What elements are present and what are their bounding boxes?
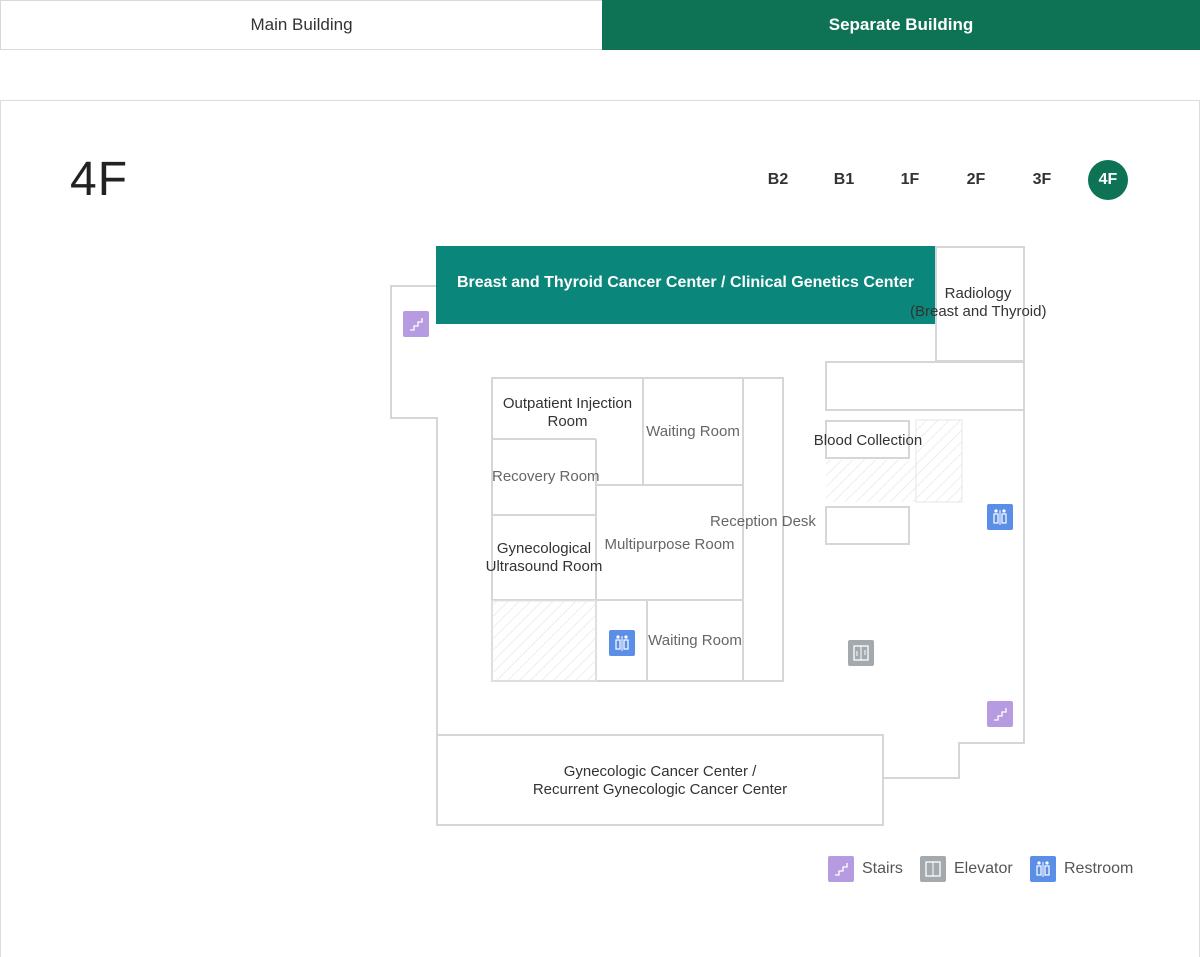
stairs-icon	[828, 856, 854, 882]
radiology-label-line2: (Breast and Thyroid)	[910, 303, 1047, 320]
room-outpatient-injection[interactable]: Outpatient Injection Room	[492, 395, 643, 431]
gyn-ultrasound-line1: Gynecological	[496, 540, 592, 557]
gyn-cancer-line1: Gynecologic Cancer Center /	[563, 763, 757, 780]
radiology-label-line1: Radiology	[944, 285, 1012, 302]
reception-desk[interactable]: Reception Desk	[703, 513, 823, 531]
restroom-icon	[1030, 856, 1056, 882]
gyn-ultrasound-line2: Ultrasound Room	[485, 558, 603, 575]
room-radiology[interactable]: Radiology	[918, 285, 1038, 303]
room-waiting-bottom[interactable]: Waiting Room	[645, 632, 745, 650]
room-breast-thyroid-center[interactable]: Breast and Thyroid Cancer Center / Clini…	[436, 274, 935, 292]
room-radiology-subtitle: (Breast and Thyroid)	[910, 303, 1070, 321]
elevator-icon	[920, 856, 946, 882]
restroom-icon[interactable]	[609, 630, 635, 656]
legend-restroom-label: Restroom	[1064, 860, 1134, 877]
room-gyn-cancer-center[interactable]: Gynecologic Cancer Center / Recurrent Gy…	[437, 763, 883, 799]
room-multipurpose[interactable]: Multipurpose Room	[596, 536, 743, 554]
room-recovery[interactable]: Recovery Room	[492, 468, 600, 486]
room-blood-collection[interactable]: Blood Collection	[808, 432, 928, 450]
outpatient-injection-line1: Outpatient Injection	[502, 395, 633, 412]
restroom-icon[interactable]	[987, 504, 1013, 530]
stairs-icon[interactable]	[403, 311, 429, 337]
stairs-icon[interactable]	[987, 701, 1013, 727]
floor-plan-outline	[390, 246, 1025, 826]
legend-stairs-label: Stairs	[862, 860, 903, 877]
gyn-cancer-line2: Recurrent Gynecologic Cancer Center	[532, 781, 788, 798]
elevator-icon[interactable]	[848, 640, 874, 666]
room-gyn-ultrasound[interactable]: Gynecological Ultrasound Room	[478, 540, 610, 576]
room-waiting-top[interactable]: Waiting Room	[643, 423, 743, 441]
outpatient-injection-line2: Room	[547, 413, 588, 430]
legend-elevator-label: Elevator	[954, 860, 1013, 877]
floor-plan: Breast and Thyroid Cancer Center / Clini…	[0, 0, 1200, 957]
